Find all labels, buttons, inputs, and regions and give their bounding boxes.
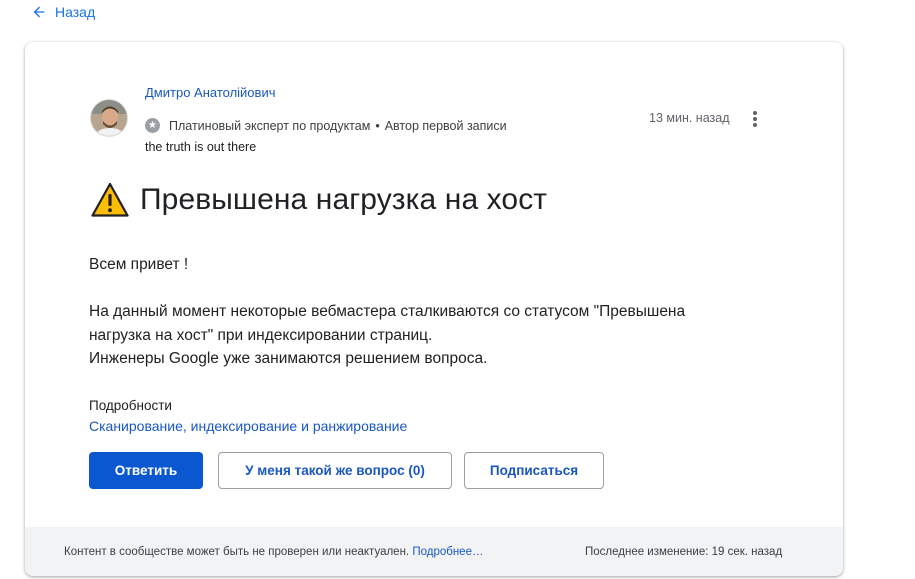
more-options-button[interactable] [745,108,765,130]
post-time: 13 мин. назад [649,111,730,125]
author-name[interactable]: Дмитро Анатолійович [145,85,275,100]
post-title: Превышена нагрузка на хост [140,183,548,216]
back-label: Назад [55,4,96,20]
body-line: Инженеры Google уже занимаются решением … [89,350,488,367]
learn-more-link[interactable]: Подробнее… [412,546,483,558]
post-card: Дмитро Анатолійович ★ Платиновый эксперт… [25,42,843,576]
details-label: Подробности [89,398,172,413]
body-greeting: Всем привет ! [89,256,189,273]
last-modified: Последнее изменение: 19 сек. назад [585,545,783,558]
body-line: На данный момент некоторые вебмастера ст… [89,303,686,320]
subscribe-button[interactable]: Подписаться [464,452,604,489]
avatar-image [91,100,127,136]
more-vert-icon-dot [753,123,757,127]
back-link[interactable]: Назад [31,4,95,20]
author-role: Платиновый эксперт по продуктам [169,118,371,133]
body-line: нагрузка на хост" при индексировании стр… [89,326,433,344]
more-vert-icon-dot [753,117,757,121]
author-extra-role: Автор первой записи [384,118,507,133]
star-badge-icon: ★ [145,118,160,133]
footer-disclaimer-wrap: Контент в сообществе может быть не прове… [64,546,483,558]
more-vert-icon [753,111,757,115]
card-footer: Контент в сообществе может быть не прове… [25,527,843,576]
post-title-row: Превышена нагрузка на хост [91,182,547,218]
author-meta: ★ Платиновый эксперт по продуктам • Авто… [145,118,507,133]
author-tagline: the truth is out there [145,140,257,154]
post-body: Всем привет ! На данный момент некоторые… [89,253,769,371]
warning-icon [91,182,129,217]
reply-button[interactable]: Ответить [89,452,203,489]
meta-separator: • [375,118,380,133]
arrow-back-icon [33,6,45,18]
category-link[interactable]: Сканирование, индексирование и ранжирова… [89,418,407,434]
same-question-button[interactable]: У меня такой же вопрос (0) [218,452,452,489]
footer-disclaimer: Контент в сообществе может быть не прове… [64,545,410,558]
avatar[interactable] [90,99,128,137]
